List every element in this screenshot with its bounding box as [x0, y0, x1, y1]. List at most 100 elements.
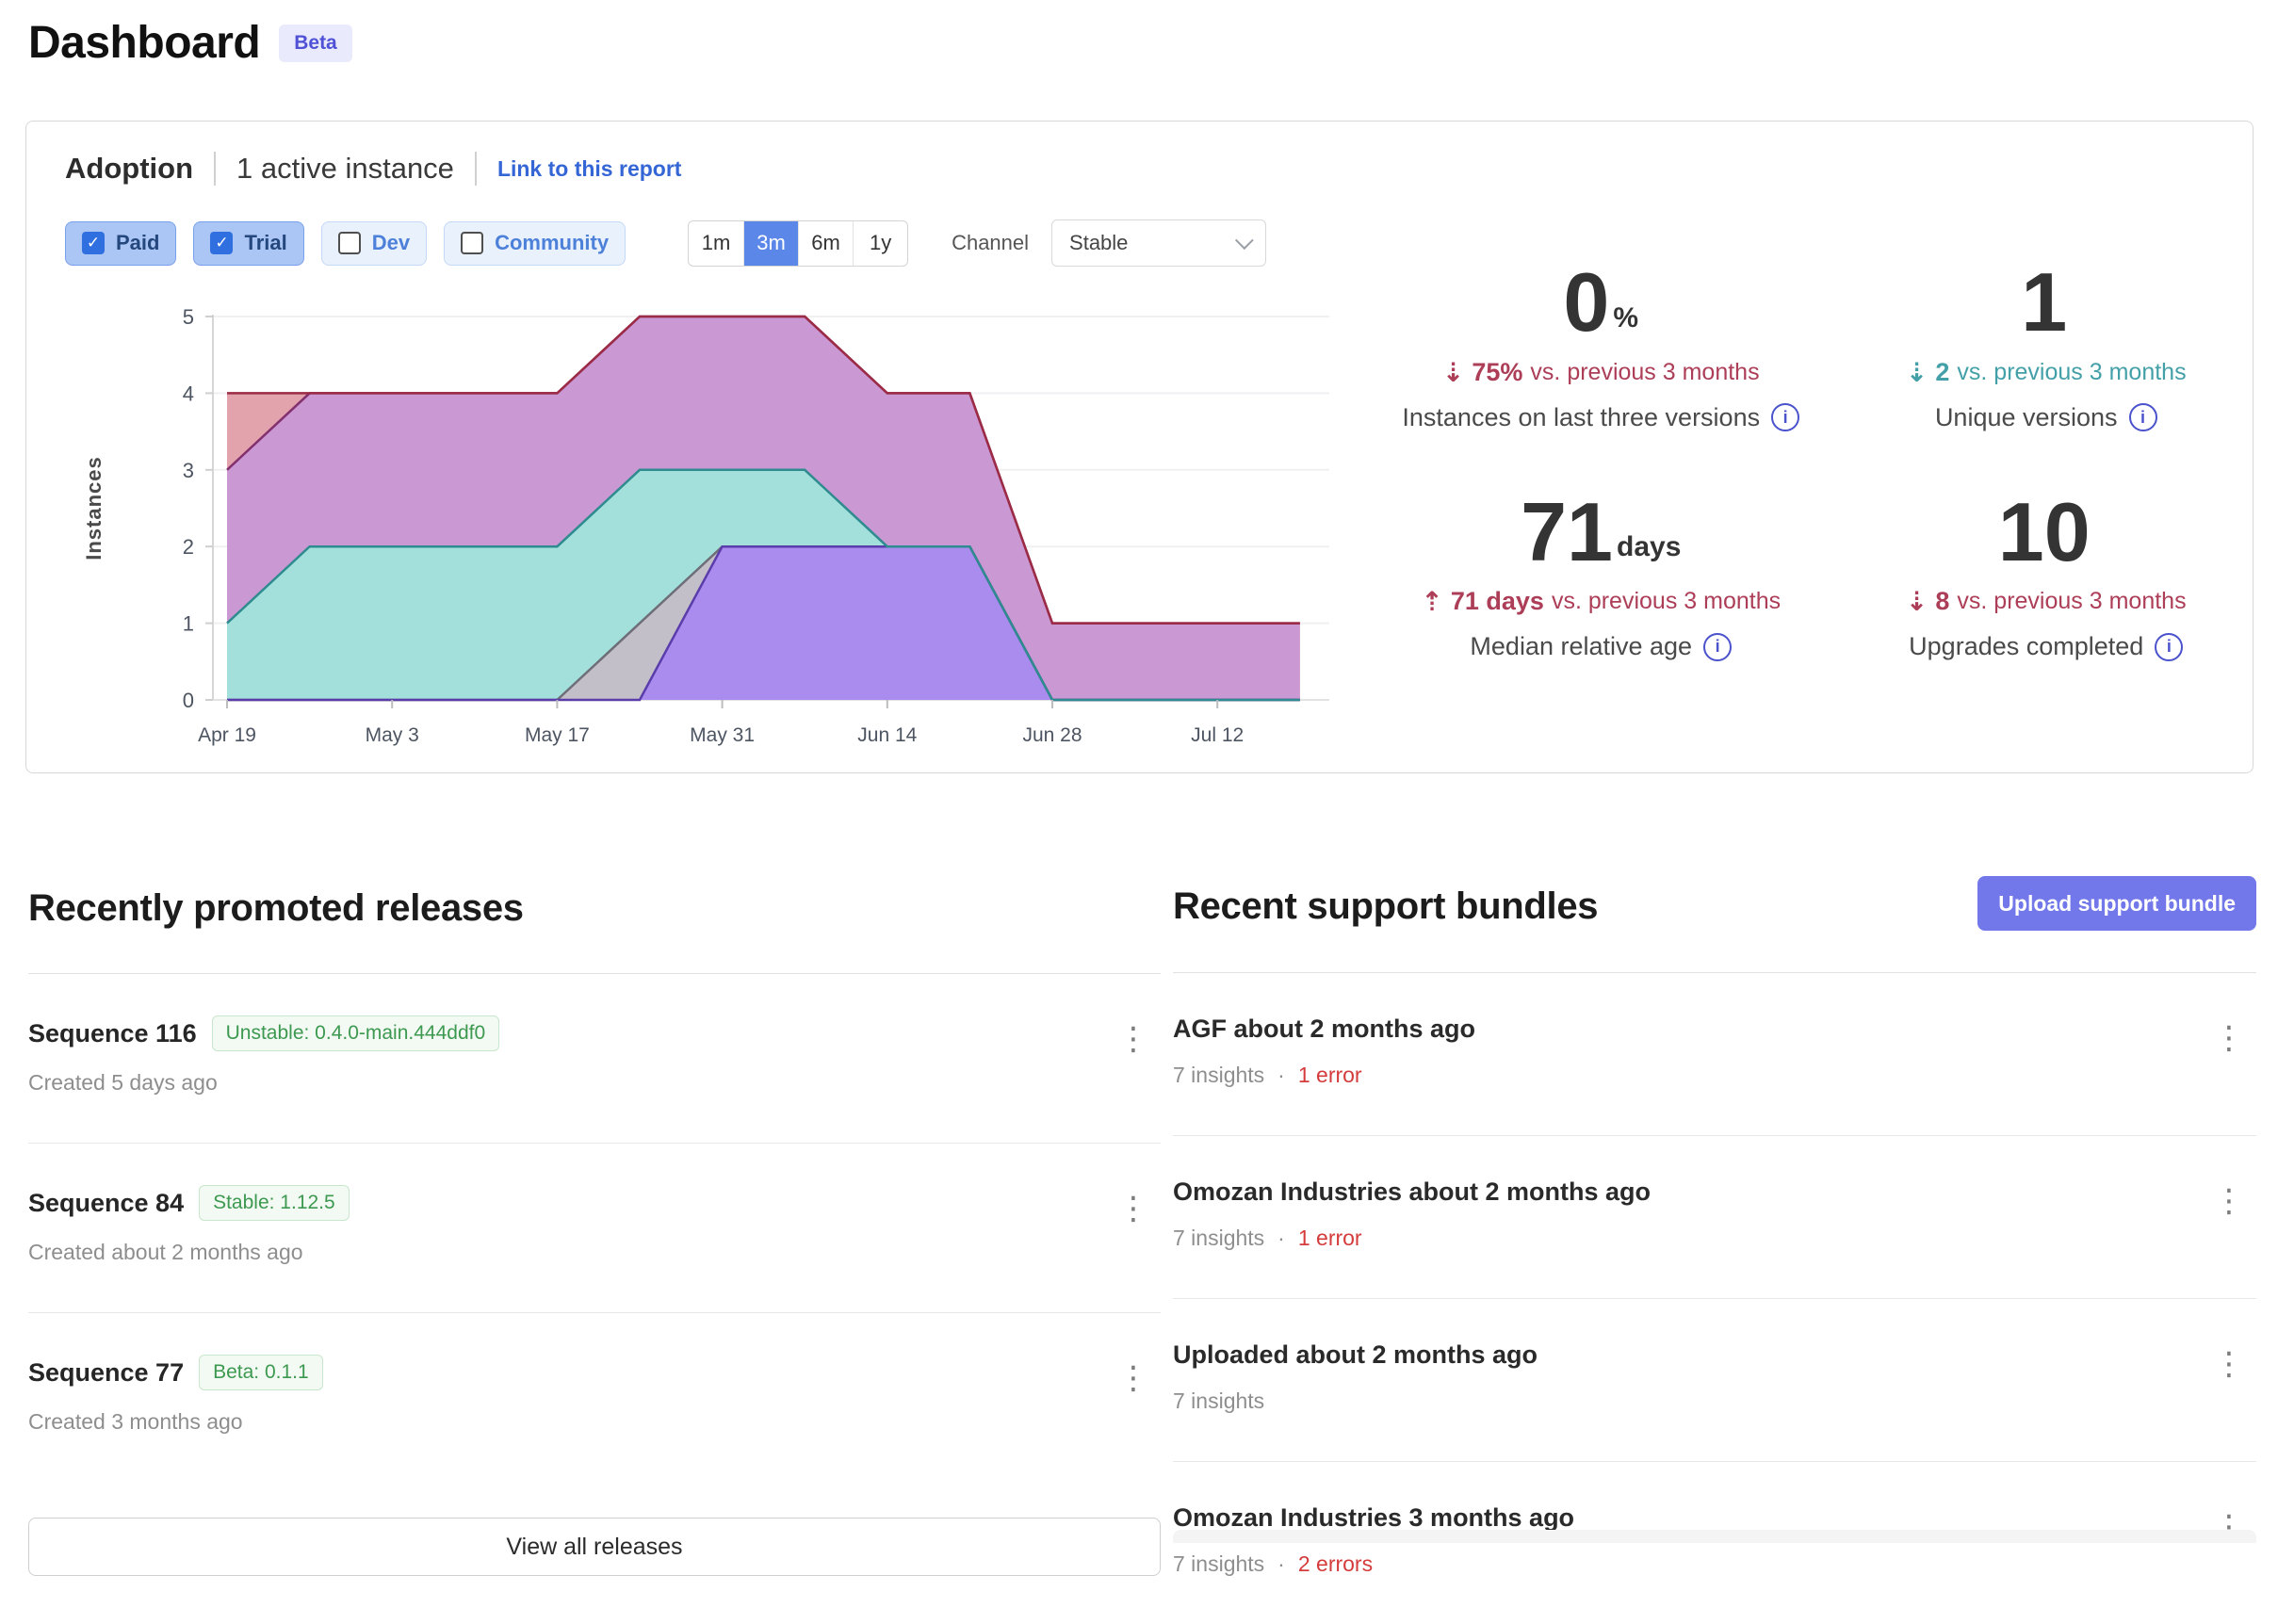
y-tick-label: 0: [183, 689, 194, 712]
filter-chip-label: Trial: [244, 231, 286, 255]
bundle-row: Omozan Industries 3 months ago 7 insight…: [1173, 1462, 2256, 1624]
stat-unique-versions: 1 ⇣ 2 vs. previous 3 months Unique versi…: [1824, 263, 2270, 432]
release-channel-badge: Beta: 0.1.1: [199, 1355, 323, 1390]
y-axis-title: Instances: [82, 456, 106, 560]
bundle-title[interactable]: Uploaded about 2 months ago: [1173, 1340, 1538, 1370]
channel-label: Channel: [952, 231, 1029, 255]
stat-label: Upgrades completed: [1909, 632, 2143, 661]
stat-upgrades-completed: 10 ⇣ 8 vs. previous 3 months Upgrades co…: [1824, 493, 2270, 662]
checkbox-unchecked-icon[interactable]: [461, 232, 483, 254]
bundle-insights: 7 insights: [1173, 1226, 1264, 1251]
info-icon[interactable]: i: [2155, 633, 2183, 661]
releases-section: Recently promoted releases Sequence 116 …: [28, 887, 1161, 1576]
stat-value: 10: [1998, 493, 2091, 572]
down-arrow-icon: ⇣: [1442, 357, 1464, 388]
bundle-row: Omozan Industries about 2 months ago 7 i…: [1173, 1136, 2256, 1299]
release-channel-badge: Unstable: 0.4.0-main.444ddf0: [212, 1015, 500, 1051]
kebab-menu-icon[interactable]: ⋮: [1117, 1362, 1149, 1394]
stat-median-relative-age: 71 days ⇡ 71 days vs. previous 3 months …: [1378, 493, 1824, 662]
filter-chip-label: Dev: [372, 231, 410, 255]
filter-chip-paid[interactable]: ✓ Paid: [65, 221, 176, 266]
release-channel-badge: Stable: 1.12.5: [199, 1185, 350, 1221]
checkbox-unchecked-icon[interactable]: [338, 232, 361, 254]
x-tick-label: Jun 14: [857, 724, 917, 746]
adoption-stats: 0 % ⇣ 75% vs. previous 3 months Instance…: [1378, 263, 2269, 661]
bundle-title[interactable]: Omozan Industries 3 months ago: [1173, 1503, 1574, 1533]
bundle-insights: 7 insights: [1173, 1389, 1264, 1414]
info-icon[interactable]: i: [2129, 403, 2157, 431]
checkbox-checked-icon[interactable]: ✓: [82, 232, 105, 254]
stat-delta: ⇡ 71 days vs. previous 3 months: [1421, 586, 1781, 617]
channel-selected-value: Stable: [1069, 231, 1128, 255]
view-all-bundles-button-cutoff[interactable]: [1173, 1530, 2256, 1543]
info-icon[interactable]: i: [1771, 403, 1799, 431]
upload-support-bundle-button[interactable]: Upload support bundle: [1977, 876, 2256, 931]
view-all-releases-button[interactable]: View all releases: [28, 1518, 1161, 1576]
release-title: Sequence 77: [28, 1358, 184, 1388]
release-row-sequence-77: Sequence 77 Beta: 0.1.1 Created 3 months…: [28, 1313, 1161, 1482]
x-tick-label: May 17: [525, 724, 590, 746]
divider: [214, 152, 216, 186]
beta-badge: Beta: [279, 24, 352, 62]
bundle-errors: 1 error: [1298, 1226, 1362, 1251]
dot-separator: ·: [1277, 1551, 1285, 1577]
channel-select[interactable]: Stable: [1051, 219, 1266, 267]
kebab-menu-icon[interactable]: ⋮: [1117, 1193, 1149, 1225]
range-3m[interactable]: 3m: [743, 221, 798, 266]
link-to-report[interactable]: Link to this report: [497, 156, 682, 182]
stat-value: 1: [2021, 263, 2067, 342]
stat-delta: ⇣ 8 vs. previous 3 months: [1906, 586, 2187, 617]
down-arrow-icon: ⇣: [1906, 357, 1928, 388]
release-created: Created about 2 months ago: [28, 1240, 1161, 1265]
stat-suffix: %: [1613, 302, 1638, 334]
bundle-row: AGF about 2 months ago 7 insights · 1 er…: [1173, 973, 2256, 1136]
support-bundles-section: Recent support bundles Upload support bu…: [1173, 876, 2256, 1624]
x-tick-label: May 3: [366, 724, 419, 746]
range-6m[interactable]: 6m: [798, 221, 853, 266]
range-1m[interactable]: 1m: [689, 221, 743, 266]
x-tick-label: Apr 19: [198, 724, 256, 746]
stat-label: Unique versions: [1935, 403, 2118, 432]
up-arrow-icon: ⇡: [1421, 586, 1442, 617]
y-tick-label: 2: [183, 535, 194, 559]
active-instance-count: 1 active instance: [236, 152, 454, 186]
bundle-insights: 7 insights: [1173, 1063, 1264, 1088]
bundle-errors: 2 errors: [1298, 1551, 1373, 1577]
filter-chip-label: Paid: [116, 231, 159, 255]
filter-chip-community[interactable]: Community: [444, 221, 626, 266]
filter-chip-label: Community: [495, 231, 609, 255]
x-tick-label: Jun 28: [1022, 724, 1082, 746]
info-icon[interactable]: i: [1703, 633, 1732, 661]
release-created: Created 3 months ago: [28, 1409, 1161, 1435]
stat-delta: ⇣ 2 vs. previous 3 months: [1906, 357, 2187, 388]
adoption-title: Adoption: [65, 152, 193, 186]
stat-label: Median relative age: [1470, 632, 1692, 661]
y-tick-label: 3: [183, 459, 194, 482]
checkbox-checked-icon[interactable]: ✓: [210, 232, 233, 254]
range-1y[interactable]: 1y: [853, 221, 907, 266]
dot-separator: ·: [1277, 1063, 1285, 1088]
stat-instances-last-three-versions: 0 % ⇣ 75% vs. previous 3 months Instance…: [1378, 263, 1824, 432]
kebab-menu-icon[interactable]: ⋮: [2213, 1022, 2245, 1054]
bundle-title[interactable]: Omozan Industries about 2 months ago: [1173, 1177, 1651, 1207]
y-tick-label: 1: [183, 612, 194, 636]
page-title: Dashboard: [28, 17, 260, 69]
filter-chip-trial[interactable]: ✓ Trial: [193, 221, 303, 266]
time-range-selector: 1m 3m 6m 1y: [688, 220, 908, 267]
kebab-menu-icon[interactable]: ⋮: [1117, 1023, 1149, 1055]
divider: [475, 152, 477, 186]
kebab-menu-icon[interactable]: ⋮: [2213, 1185, 2245, 1217]
bundles-heading: Recent support bundles: [1173, 885, 1598, 928]
filter-chip-dev[interactable]: Dev: [321, 221, 427, 266]
release-row-sequence-84: Sequence 84 Stable: 1.12.5 Created about…: [28, 1144, 1161, 1313]
stat-suffix: days: [1617, 531, 1681, 563]
releases-heading: Recently promoted releases: [28, 887, 1161, 930]
page-header: Dashboard Beta: [28, 17, 352, 69]
x-tick-label: May 31: [690, 724, 755, 746]
bundle-title[interactable]: AGF about 2 months ago: [1173, 1015, 1475, 1044]
bundle-errors: 1 error: [1298, 1063, 1362, 1088]
y-tick-label: 4: [183, 382, 194, 405]
stat-value: 0: [1563, 263, 1609, 342]
kebab-menu-icon[interactable]: ⋮: [2213, 1348, 2245, 1380]
stat-delta: ⇣ 75% vs. previous 3 months: [1442, 357, 1760, 388]
